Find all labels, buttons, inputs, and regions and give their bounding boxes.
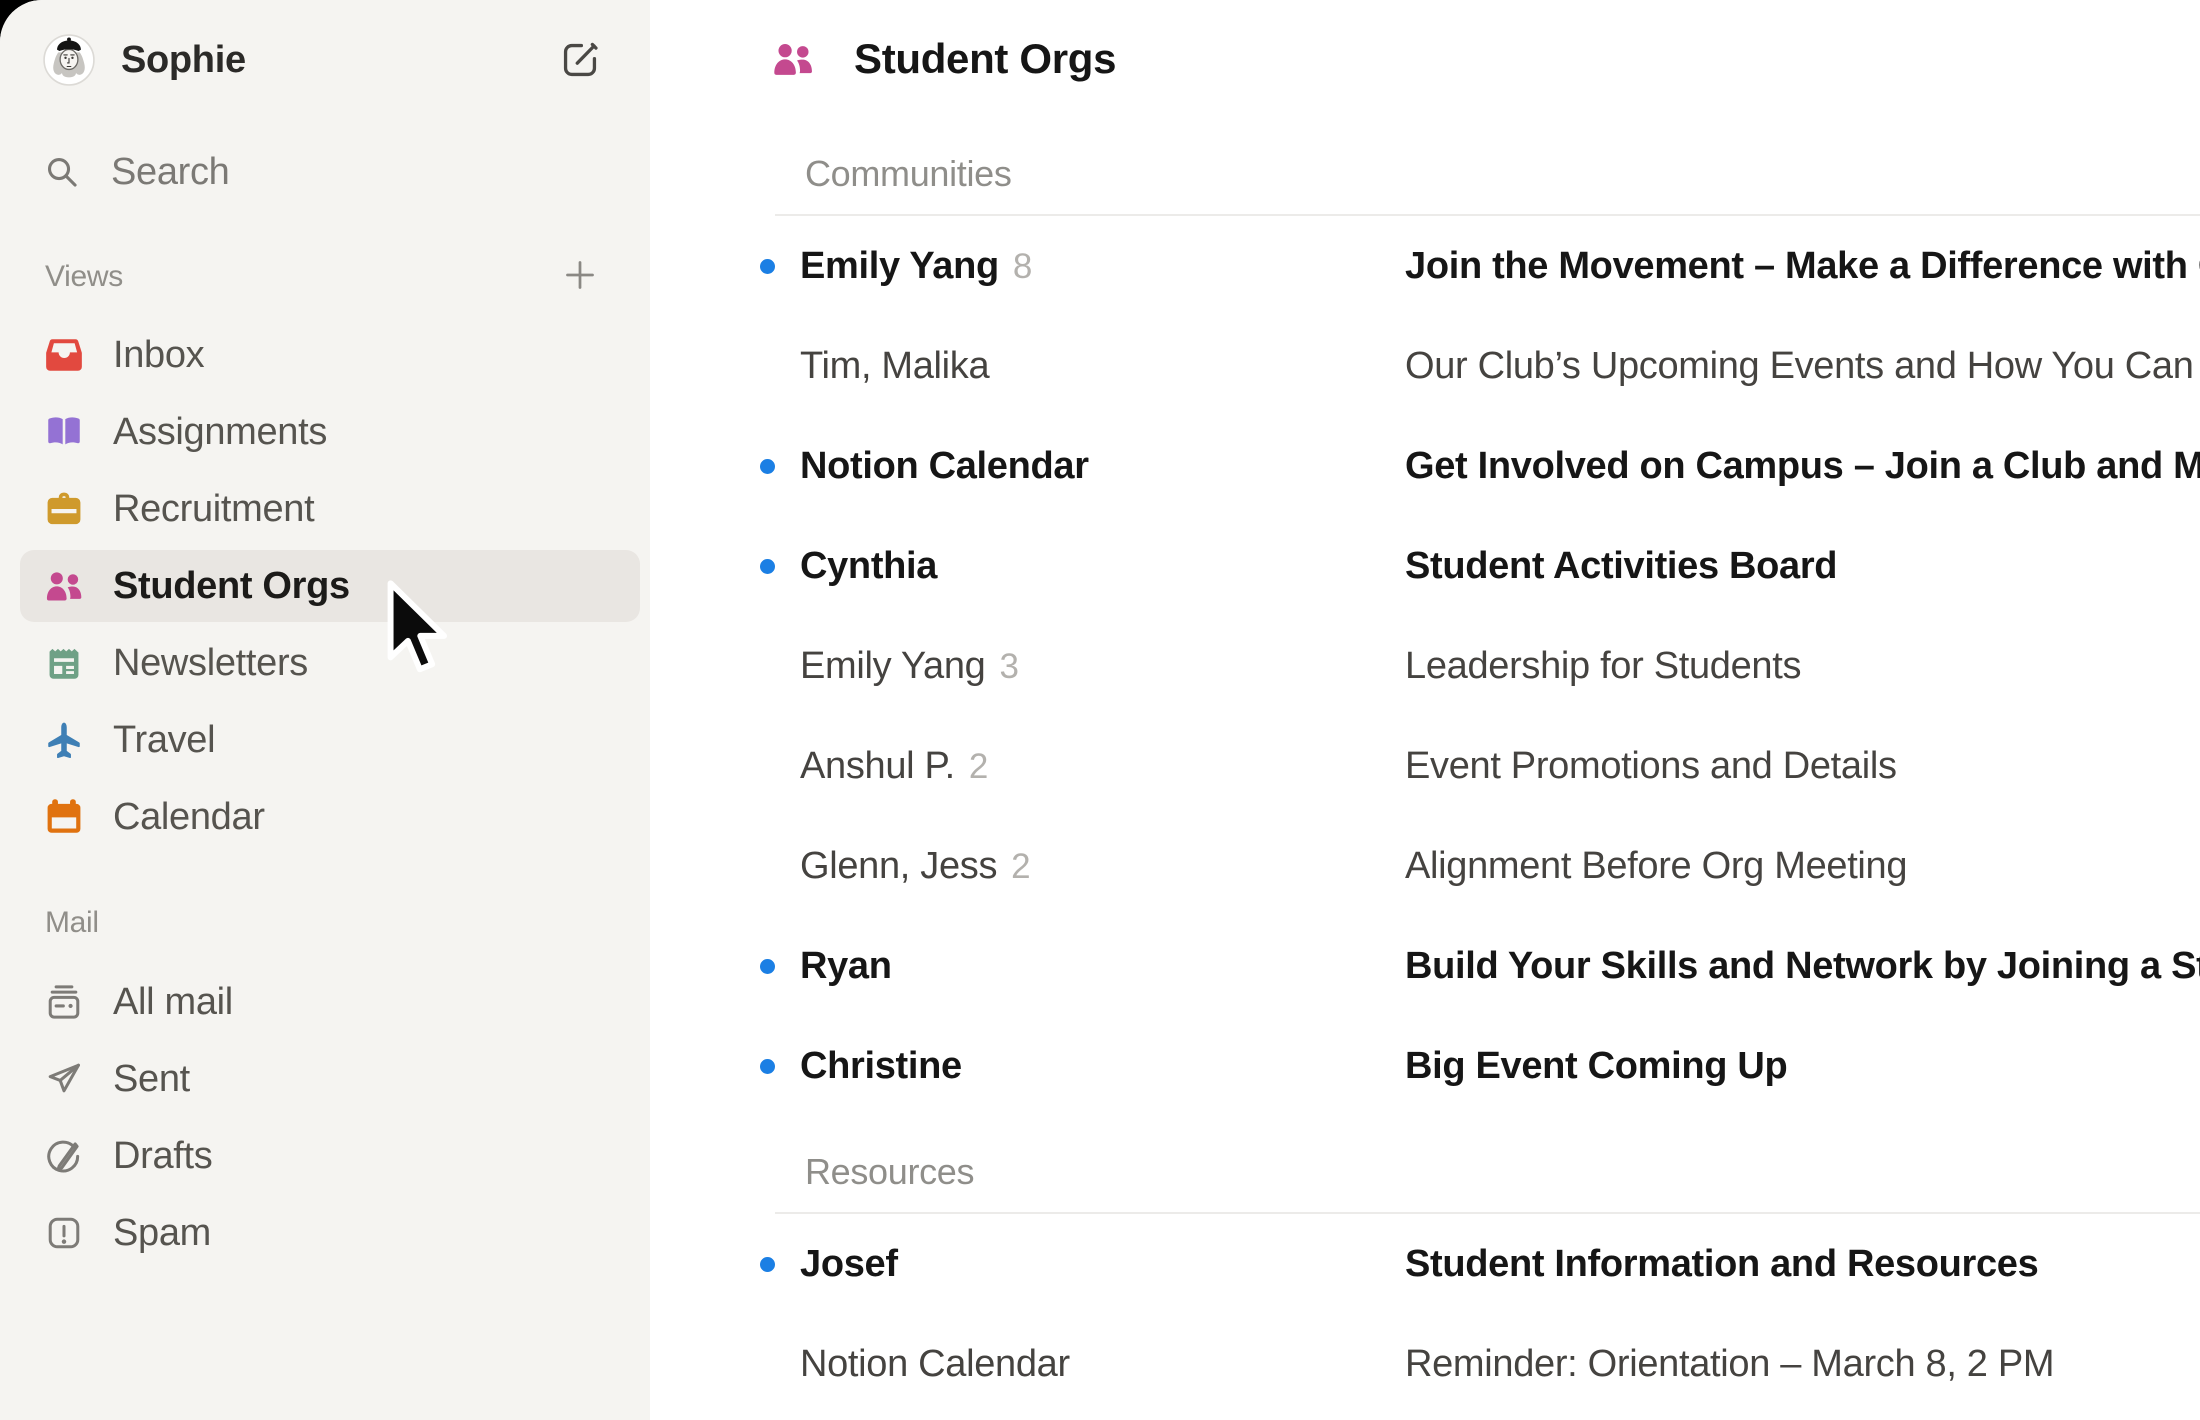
sections-container: Communities Emily Yang 8 Join the Movemen… [650,146,2200,1414]
add-view-button[interactable] [560,255,600,295]
all-mail-icon [43,981,85,1023]
mail-row[interactable]: Tim, Malika Our Club’s Upcoming Events a… [650,316,2200,416]
mail-row[interactable]: Anshul P. 2 Event Promotions and Details [650,716,2200,816]
sidebar-item-travel[interactable]: Travel [20,704,640,776]
views-section-header: Views [45,255,620,299]
mail-app-window: Sophie Search Views [0,0,2200,1420]
sender-name: Anshul P. [800,745,955,787]
sidebar-item-drafts[interactable]: Drafts [20,1120,640,1192]
main-header: Student Orgs [650,0,2200,118]
sender-name: Christine [800,1045,962,1087]
unread-count: 2 [969,747,988,786]
search-icon [43,153,81,191]
subject: Event Promotions and Details [1405,745,1897,788]
sidebar-item-newsletters[interactable]: Newsletters [20,627,640,699]
mail-row[interactable]: Notion Calendar Reminder: Orientation – … [650,1314,2200,1414]
unread-count: 8 [1013,247,1032,286]
section-label: Communities [805,146,2200,202]
section-rows: Emily Yang 8 Join the Movement – Make a D… [650,216,2200,1116]
sender-name: Josef [800,1243,898,1285]
sender-name: Tim, Malika [800,345,989,387]
sidebar-item-sent[interactable]: Sent [20,1043,640,1115]
search-label: Search [111,151,229,194]
subject: Join the Movement – Make a Difference wi… [1405,245,2200,288]
mail-row[interactable]: Notion Calendar Get Involved on Campus –… [650,416,2200,516]
sender-name: Notion Calendar [800,1343,1070,1385]
message-list-pane: Student Orgs Communities Emily Yang 8 Joi… [650,0,2200,1420]
search-row[interactable]: Search [43,146,620,198]
briefcase-icon [43,488,85,530]
unread-dot [760,1257,775,1272]
sender-name: Emily Yang [800,245,999,287]
unread-dot [760,1059,775,1074]
compose-button[interactable] [558,38,602,82]
unread-count: 2 [1011,847,1030,886]
unread-dot [760,459,775,474]
avatar[interactable] [43,34,95,86]
subject: Get Involved on Campus – Join a Club and… [1405,445,2200,488]
newspaper-icon [43,642,85,684]
subject: Student Information and Resources [1405,1243,2038,1286]
mail-row[interactable]: Emily Yang 8 Join the Movement – Make a D… [650,216,2200,316]
book-icon [43,411,85,453]
mail-row[interactable]: Emily Yang 3 Leadership for Students [650,616,2200,716]
mail-section: Communities Emily Yang 8 Join the Movemen… [650,146,2200,1116]
section-rows: Josef Student Information and Resources … [650,1214,2200,1414]
sidebar-item-all-mail[interactable]: All mail [20,966,640,1038]
sidebar-item-recruitment[interactable]: Recruitment [20,473,640,545]
unread-dot [760,559,775,574]
mail-folder-list: All mail Sent Drafts Spam [0,966,650,1274]
calendar-icon [43,796,85,838]
subject: Student Activities Board [1405,545,1837,588]
spam-icon [43,1212,85,1254]
inbox-icon [43,334,85,376]
mail-section-header: Mail [45,901,620,945]
subject: Build Your Skills and Network by Joining… [1405,945,2200,988]
subject: Big Event Coming Up [1405,1045,1787,1088]
mail-row[interactable]: Cynthia Student Activities Board [650,516,2200,616]
people-icon [770,36,816,82]
unread-dot [760,959,775,974]
section-label: Resources [805,1144,2200,1200]
sender-name: Emily Yang [800,645,985,687]
sender-name: Ryan [800,945,892,987]
drafts-icon [43,1135,85,1177]
sidebar: Sophie Search Views [0,0,650,1420]
subject: Leadership for Students [1405,645,1801,688]
unread-dot [760,259,775,274]
sidebar-item-calendar[interactable]: Calendar [20,781,640,853]
views-header-label: Views [45,260,123,294]
mail-section: Resources Josef Student Information and … [650,1144,2200,1414]
subject: Reminder: Orientation – March 8, 2 PM [1405,1343,2054,1386]
sender-name: Notion Calendar [800,445,1089,487]
sidebar-item-assignments[interactable]: Assignments [20,396,640,468]
plane-icon [43,719,85,761]
unread-count: 3 [999,647,1018,686]
mail-row[interactable]: Glenn, Jess 2 Alignment Before Org Meetin… [650,816,2200,916]
profile-name: Sophie [121,39,246,82]
page-title: Student Orgs [854,35,1116,83]
views-list: Inbox Assignments Recruitment Student Or… [0,319,650,858]
subject: Our Club’s Upcoming Events and How You C… [1405,345,2200,388]
send-icon [43,1058,85,1100]
sender-name: Glenn, Jess [800,845,997,887]
sidebar-item-spam[interactable]: Spam [20,1197,640,1269]
mail-row[interactable]: Christine Big Event Coming Up [650,1016,2200,1116]
mail-row[interactable]: Ryan Build Your Skills and Network by Jo… [650,916,2200,1016]
sender-name: Cynthia [800,545,937,587]
sidebar-item-inbox[interactable]: Inbox [20,319,640,391]
mail-row[interactable]: Josef Student Information and Resources [650,1214,2200,1314]
mail-header-label: Mail [45,906,99,940]
sidebar-item-student-orgs[interactable]: Student Orgs [20,550,640,622]
people-icon [43,565,85,607]
subject: Alignment Before Org Meeting [1405,845,1907,888]
profile-row: Sophie [43,34,620,86]
